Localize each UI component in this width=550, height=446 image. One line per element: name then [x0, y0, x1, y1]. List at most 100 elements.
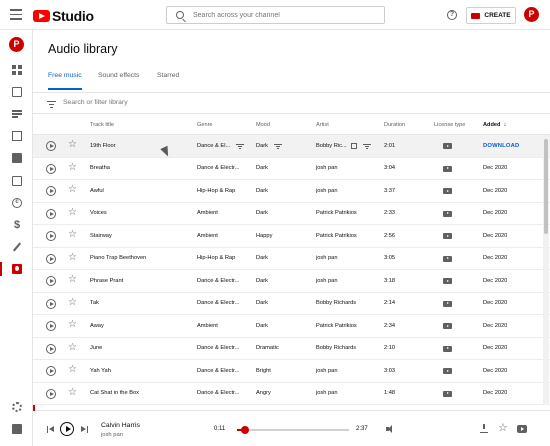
license-icon: [443, 255, 452, 262]
table-row[interactable]: ☆ Tak Dance & Electr... Dark Bobby Richa…: [33, 293, 550, 315]
menu-icon[interactable]: [10, 9, 22, 20]
content-icon[interactable]: [12, 87, 22, 97]
play-icon[interactable]: [46, 208, 56, 219]
table-row[interactable]: ☆ Phrase Prant Dance & Electr... Dark jo…: [33, 270, 550, 293]
customization-icon[interactable]: [12, 242, 22, 252]
track-genre: Ambient: [197, 210, 218, 216]
youtube-icon[interactable]: [517, 425, 527, 433]
download-button[interactable]: DOWNLOAD: [483, 143, 519, 149]
search-input[interactable]: [193, 11, 373, 19]
progress-slider[interactable]: [237, 426, 349, 434]
table-row[interactable]: ☆ Voices Ambient Dark Patrick Patrikios …: [33, 203, 550, 225]
play-icon[interactable]: [46, 141, 56, 151]
track-title: Stairway: [90, 232, 112, 239]
col-track-title: Track title: [90, 122, 115, 128]
track-mood: Dark: [256, 322, 269, 329]
star-icon[interactable]: ☆: [68, 319, 77, 331]
col-added[interactable]: Added ↓: [483, 122, 506, 128]
track-genre: Dance & Electr...: [197, 390, 240, 396]
table-row[interactable]: ☆ Yah Yah Dance & Electr... Bright josh …: [33, 360, 550, 383]
table-row[interactable]: ☆ Awful Hip-Hop & Rap Dark josh pan 3:37…: [33, 180, 550, 203]
track-added: Dec 2020: [483, 322, 508, 329]
star-icon[interactable]: ☆: [68, 162, 77, 174]
monetization-icon[interactable]: $: [12, 220, 22, 231]
filter-mood-icon[interactable]: [274, 144, 282, 149]
subtitles-icon[interactable]: [12, 176, 22, 186]
play-icon[interactable]: [46, 321, 56, 331]
table-row[interactable]: ☆ June Dance & Electr... Dramatic Bobby …: [33, 338, 550, 360]
star-icon[interactable]: ☆: [68, 387, 77, 399]
filter-input[interactable]: [63, 99, 263, 106]
dashboard-icon[interactable]: [12, 65, 22, 75]
top-bar: Studio ? CREATE P: [0, 0, 550, 30]
table-row[interactable]: ☆ Stairway Ambient Happy Patrick Patriki…: [33, 225, 550, 248]
track-title: 19th Floor: [90, 142, 116, 149]
scrollbar-thumb[interactable]: [544, 139, 548, 234]
track-artist: josh pan: [316, 165, 338, 171]
table-row[interactable]: ☆ Away Ambient Dark Patrick Patrikios 2:…: [33, 315, 550, 338]
account-avatar[interactable]: P: [524, 7, 539, 22]
create-label: CREATE: [484, 12, 511, 19]
play-icon[interactable]: [46, 231, 56, 241]
star-icon[interactable]: ☆: [68, 342, 77, 354]
filter-artist-icon[interactable]: [363, 144, 371, 149]
tab-starred[interactable]: Starred: [157, 72, 179, 88]
player-marker: [33, 405, 35, 411]
star-icon[interactable]: ☆: [68, 184, 77, 196]
playlists-icon[interactable]: [12, 109, 22, 119]
analytics-icon[interactable]: [12, 131, 22, 141]
table-row[interactable]: ☆ Cat Shat in the Box Dance & Electr... …: [33, 383, 550, 405]
star-icon[interactable]: ☆: [498, 421, 508, 434]
track-duration: 2:14: [384, 300, 396, 306]
studio-logo[interactable]: Studio: [33, 8, 94, 24]
play-icon[interactable]: [46, 298, 56, 309]
star-icon[interactable]: ☆: [68, 274, 77, 286]
table-row[interactable]: ☆ Breatha Dance & Electr... Dark josh pa…: [33, 158, 550, 180]
channel-avatar[interactable]: P: [9, 37, 24, 52]
create-button[interactable]: CREATE: [466, 7, 516, 24]
play-icon[interactable]: [46, 253, 56, 264]
channel-search[interactable]: [166, 6, 385, 24]
total-time: 2:37: [356, 426, 368, 432]
search-icon: [176, 11, 184, 19]
tab-free-music[interactable]: Free music: [48, 72, 82, 90]
play-icon[interactable]: [46, 163, 56, 174]
star-icon[interactable]: ☆: [68, 364, 77, 376]
open-external-icon[interactable]: [351, 143, 357, 149]
next-icon[interactable]: [81, 426, 88, 433]
star-icon[interactable]: ☆: [68, 252, 77, 264]
tab-sound-effects[interactable]: Sound effects: [98, 72, 139, 88]
volume-icon[interactable]: [386, 425, 395, 433]
star-icon[interactable]: ☆: [68, 229, 77, 241]
license-icon: [443, 368, 452, 374]
track-added: Dec 2020: [483, 367, 508, 374]
feedback-icon[interactable]: [12, 424, 22, 434]
download-icon[interactable]: [480, 424, 488, 433]
audio-library-icon[interactable]: [12, 264, 22, 274]
play-icon[interactable]: [46, 366, 56, 376]
scrollbar[interactable]: [543, 135, 549, 405]
star-icon[interactable]: ☆: [68, 139, 77, 151]
track-added: Dec 2020: [483, 345, 508, 351]
previous-icon[interactable]: [47, 426, 54, 433]
play-icon[interactable]: [46, 186, 56, 196]
play-icon[interactable]: [46, 388, 56, 399]
play-icon[interactable]: [46, 276, 56, 286]
copyright-icon[interactable]: c: [12, 198, 22, 208]
play-pause-button[interactable]: [60, 422, 74, 436]
play-icon[interactable]: [46, 343, 56, 354]
star-icon[interactable]: ☆: [68, 297, 77, 309]
settings-icon[interactable]: [12, 402, 22, 412]
help-icon[interactable]: ?: [447, 10, 457, 20]
progress-knob[interactable]: [240, 426, 249, 434]
track-duration: 3:18: [384, 277, 396, 284]
table-row[interactable]: ☆ 19th Floor Dance & El... Dark Bobby Ri…: [33, 135, 550, 158]
star-icon[interactable]: ☆: [68, 207, 77, 219]
table-row[interactable]: ☆ Piano Trap Beethoven Hip-Hop & Rap Dar…: [33, 248, 550, 270]
comments-icon[interactable]: [12, 153, 22, 163]
filter-genre-icon[interactable]: [236, 144, 244, 149]
filter-icon[interactable]: [47, 101, 56, 109]
track-artist: josh pan: [316, 187, 338, 194]
track-title: Piano Trap Beethoven: [90, 255, 147, 261]
license-icon: [443, 278, 452, 284]
